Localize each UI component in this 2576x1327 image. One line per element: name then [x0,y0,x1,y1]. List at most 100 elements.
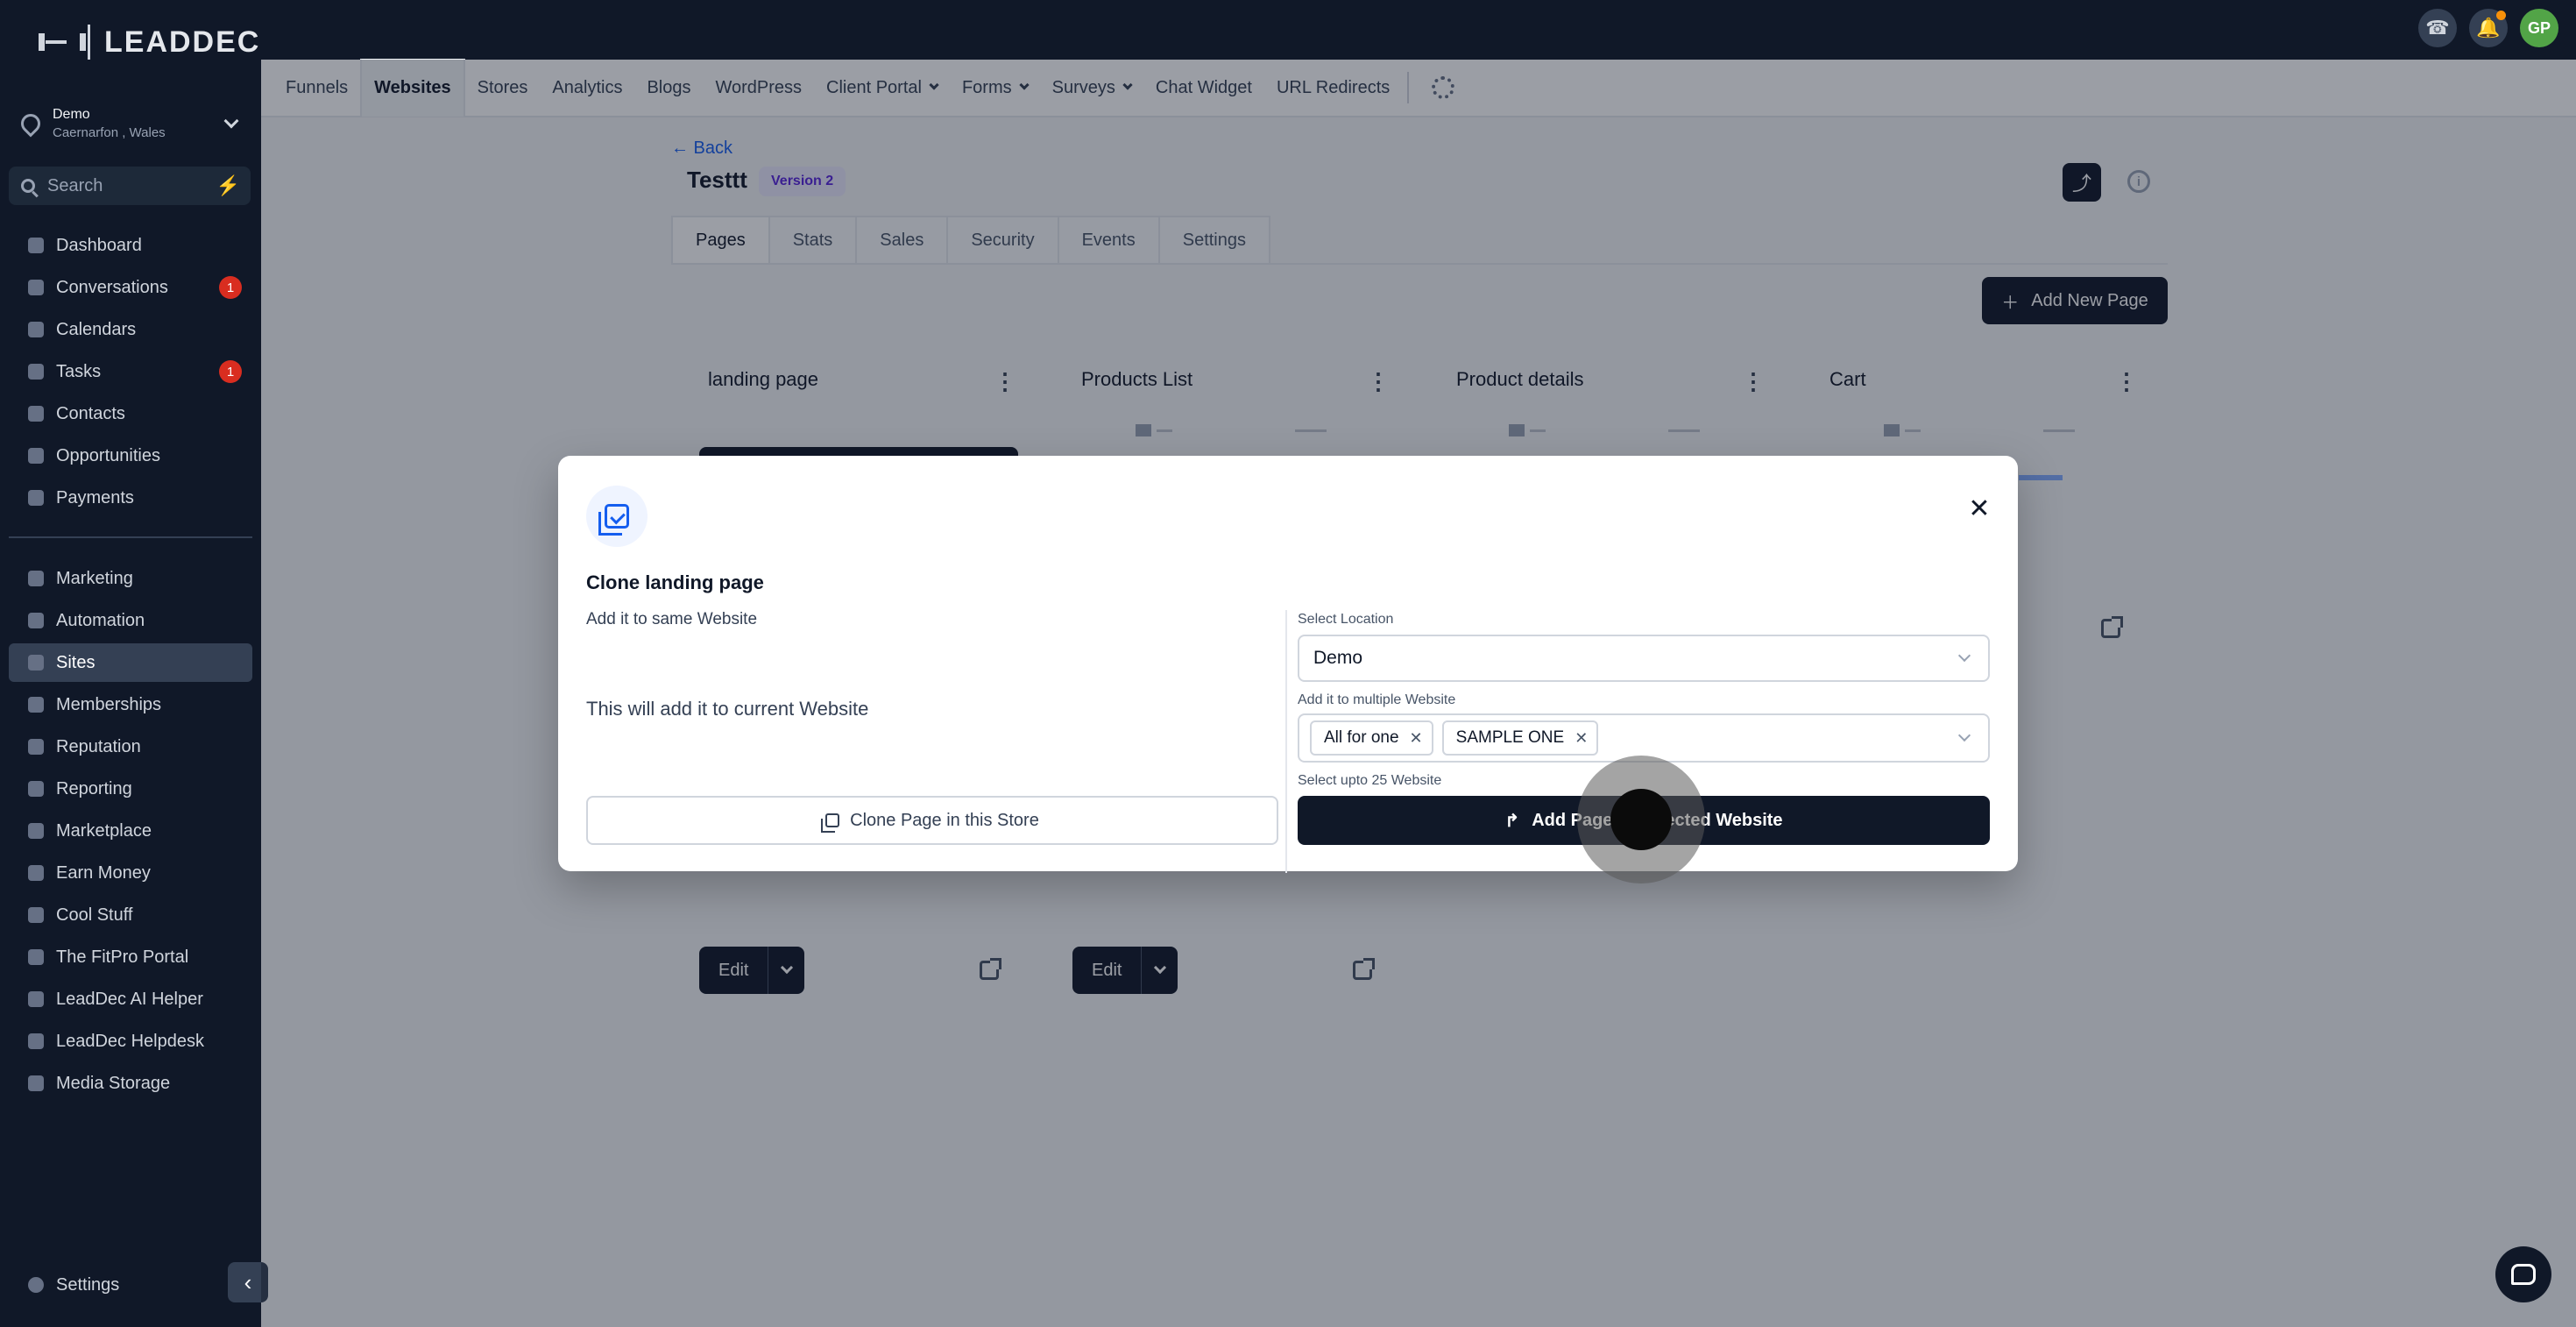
sidebar-item-memberships[interactable]: Memberships [9,685,252,724]
sidebar-item-label: Calendars [56,319,137,339]
click-indicator-dot [1610,789,1672,850]
sidebar-item-label: Dashboard [56,235,142,255]
remove-chip-icon[interactable]: ✕ [1410,729,1423,748]
sidebar-item-ai-helper[interactable]: LeadDec AI Helper [9,980,252,1018]
select-location-label: Select Location [1298,612,1394,627]
clone-button-label: Clone Page in this Store [850,810,1039,830]
location-name: Demo [53,107,90,122]
website-chip: All for one ✕ [1310,720,1433,756]
sidebar-item-marketing[interactable]: Marketing [9,559,252,598]
sidebar-item-cool-stuff[interactable]: Cool Stuff [9,896,252,934]
clone-page-modal: ✕ Clone landing page Add it to same Webs… [558,456,2018,873]
logo-text: LEADDEC [104,25,261,59]
sidebar-item-calendars[interactable]: Calendars [9,310,252,349]
top-bar: ☎ 🔔 GP [261,0,2576,60]
info-icon [28,1033,44,1049]
location-sub: Caernarfon , Wales [53,125,166,140]
lightning-icon[interactable]: ⚡ [216,174,240,197]
sidebar-item-dashboard[interactable]: Dashboard [9,226,252,265]
sidebar-item-fitpro-portal[interactable]: The FitPro Portal [9,938,252,976]
sidebar-item-sites[interactable]: Sites [9,643,252,682]
sidebar-item-opportunities[interactable]: Opportunities [9,436,252,475]
sidebar-item-helpdesk[interactable]: LeadDec Helpdesk [9,1022,252,1061]
chip-label: SAMPLE ONE [1455,728,1565,747]
sidebar-item-tasks[interactable]: Tasks 1 [9,352,252,391]
location-select[interactable]: Demo [1298,635,1990,682]
remove-chip-icon[interactable]: ✕ [1575,729,1588,748]
task-check-icon [28,364,44,380]
logo-divider [88,25,90,60]
sidebar-item-label: LeadDec AI Helper [56,989,203,1009]
sidebar-item-label: The FitPro Portal [56,947,189,967]
sidebar-item-earn-money[interactable]: Earn Money [9,854,252,892]
chat-bubble-icon [2511,1264,2536,1285]
sidebar-item-conversations[interactable]: Conversations 1 [9,268,252,307]
cart-icon [28,823,44,839]
logo[interactable]: LEADDEC [39,21,260,63]
same-website-description: This will add it to current Website [586,698,869,720]
sidebar-item-contacts[interactable]: Contacts [9,394,252,433]
sidebar-item-label: Automation [56,610,145,630]
search-input[interactable] [47,175,205,196]
sidebar-item-label: LeadDec Helpdesk [56,1031,204,1051]
same-website-label: Add it to same Website [586,610,758,628]
chevron-down-icon [1957,728,1971,742]
sidebar-item-payments[interactable]: Payments [9,479,252,517]
sidebar-item-label: Payments [56,487,134,507]
sidebar: LEADDEC Demo Caernarfon , Wales ⚡ Dashbo… [0,0,268,1327]
star-icon [28,739,44,755]
sidebar-item-marketplace[interactable]: Marketplace [9,812,252,850]
phone-icon: ☎ [2425,17,2450,39]
sidebar-item-label: Marketing [56,568,133,588]
chevron-down-icon [223,113,239,129]
map-pin-icon [17,110,45,138]
dumbbell-icon [28,949,44,965]
report-icon [28,781,44,797]
sidebar-item-label: Reporting [56,778,132,798]
avatar[interactable]: GP [2520,9,2558,47]
calendar-icon [28,322,44,337]
person-icon [28,406,44,422]
sidebar-item-media-storage[interactable]: Media Storage [9,1064,252,1103]
sidebar-item-label: Sites [56,652,96,672]
robot-icon [28,991,44,1007]
chat-launcher-button[interactable] [2495,1246,2551,1302]
forward-arrow-icon: ↱ [1504,811,1520,831]
automation-icon [28,613,44,628]
credit-card-icon [28,490,44,506]
chat-icon [28,280,44,295]
location-select-value: Demo [1313,648,1363,668]
sidebar-item-reporting[interactable]: Reporting [9,770,252,808]
phone-button[interactable]: ☎ [2418,9,2457,47]
dumbbell-icon [39,31,86,53]
close-icon[interactable]: ✕ [1964,493,1995,524]
search-box: ⚡ [9,167,251,205]
sidebar-item-label: Marketplace [56,820,152,841]
task-badge: 1 [219,360,242,383]
sidebar-item-label: Opportunities [56,445,160,465]
sidebar-item-label: Tasks [56,361,102,381]
sidebar-item-automation[interactable]: Automation [9,601,252,640]
chevron-down-icon [1957,649,1971,663]
modal-title: Clone landing page [586,571,764,593]
website-chip: SAMPLE ONE ✕ [1441,720,1599,756]
clone-page-in-store-button[interactable]: Clone Page in this Store [586,796,1278,845]
dashboard-icon [28,238,44,253]
copy-icon [821,813,840,833]
sidebar-item-settings[interactable]: Settings [9,1266,252,1304]
sidebar-item-reputation[interactable]: Reputation [9,727,252,766]
sidebar-item-label: Conversations [56,277,168,297]
location-switcher[interactable]: Demo Caernarfon , Wales [14,100,247,147]
sidebar-item-label: Media Storage [56,1073,171,1093]
people-icon [28,697,44,713]
clone-icon [586,486,648,547]
sidebar-item-label: Reputation [56,736,141,756]
bell-icon: 🔔 [2476,17,2501,39]
notification-dot [2496,11,2506,20]
notifications-button[interactable]: 🔔 [2469,9,2508,47]
money-icon [28,865,44,881]
gear-icon [28,1277,44,1293]
multi-website-label: Add it to multiple Website [1298,692,1456,707]
chip-label: All for one [1324,728,1399,747]
sidebar-item-label: Cool Stuff [56,905,133,925]
